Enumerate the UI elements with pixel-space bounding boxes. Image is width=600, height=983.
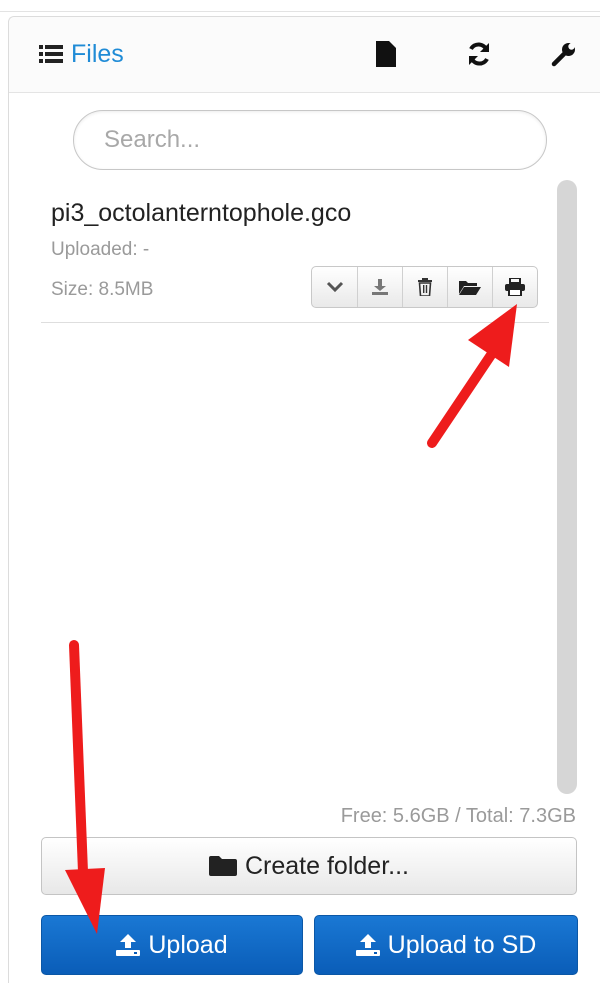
refresh-button[interactable] — [464, 39, 494, 69]
upload-sd-icon — [355, 934, 380, 956]
refresh-icon — [469, 42, 489, 66]
folder-open-icon — [459, 281, 481, 295]
print-icon — [505, 278, 525, 296]
file-size: Size: 8.5MB — [51, 279, 154, 300]
settings-button[interactable] — [549, 39, 579, 69]
upload-label: Upload — [148, 930, 228, 959]
folder-icon — [209, 856, 237, 876]
search-box — [73, 110, 547, 170]
file-icon — [376, 41, 396, 67]
top-panel-edge — [0, 0, 600, 12]
files-panel: Files pi3_octolanternto — [8, 16, 600, 983]
chevron-down-icon — [326, 281, 343, 293]
expand-file-button[interactable] — [312, 267, 357, 307]
upload-button[interactable]: Upload — [41, 915, 303, 975]
scrollbar[interactable] — [557, 180, 577, 794]
upload-sd-label: Upload to SD — [387, 930, 537, 959]
files-title-label: Files — [71, 39, 124, 68]
delete-file-button[interactable] — [402, 267, 447, 307]
file-action-group — [311, 266, 538, 308]
panel-header: Files — [9, 17, 600, 93]
download-file-button[interactable] — [357, 267, 402, 307]
search-input[interactable] — [74, 111, 546, 169]
load-file-button[interactable] — [447, 267, 492, 307]
files-title-link[interactable]: Files — [39, 39, 124, 69]
trash-icon — [418, 278, 432, 296]
upload-icon — [116, 934, 141, 956]
file-name[interactable]: pi3_octolanterntophole.gco — [51, 199, 351, 228]
file-uploaded: Uploaded: - — [51, 239, 150, 260]
new-file-button[interactable] — [371, 39, 401, 69]
list-icon — [39, 45, 63, 63]
print-file-button[interactable] — [492, 267, 537, 307]
file-list-item[interactable]: pi3_octolanterntophole.gco Uploaded: - S… — [41, 185, 549, 323]
upload-to-sd-button[interactable]: Upload to SD — [314, 915, 578, 975]
create-folder-label: Create folder... — [245, 851, 409, 880]
download-icon — [372, 279, 388, 295]
create-folder-button[interactable]: Create folder... — [41, 837, 577, 895]
storage-info: Free: 5.6GB / Total: 7.3GB — [340, 805, 576, 827]
wrench-icon — [551, 43, 575, 67]
